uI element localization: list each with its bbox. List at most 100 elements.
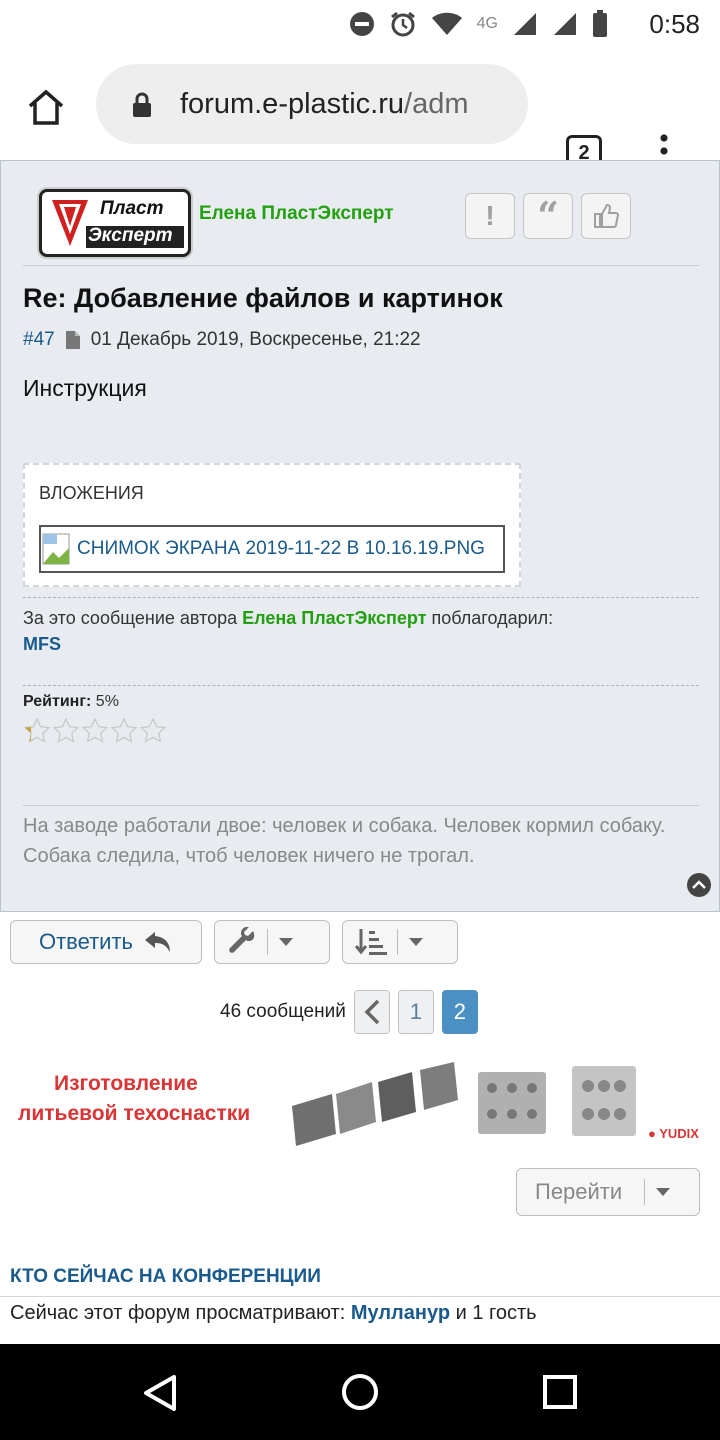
- reply-label: Ответить: [38, 929, 134, 954]
- thanks-author[interactable]: Елена ПластЭксперт: [242, 608, 426, 628]
- caret-down-icon: [656, 1188, 671, 1196]
- dnd-icon: [349, 12, 374, 36]
- page-2-button[interactable]: 2: [441, 990, 478, 1034]
- url-text: forum.e-plastic.ru/adm: [180, 86, 520, 122]
- post-buttons: ! “: [465, 193, 631, 239]
- banner-line-2: литьевой техоснастки: [18, 1102, 251, 1125]
- post-number-link[interactable]: #47: [23, 329, 55, 351]
- network-type: 4G: [476, 15, 498, 32]
- page-number: 1: [409, 999, 422, 1024]
- url-bar[interactable]: forum.e-plastic.ru/adm: [96, 64, 528, 144]
- avatar[interactable]: Пласт Эксперт: [39, 189, 191, 257]
- chevron-up-icon: [692, 880, 706, 889]
- like-button[interactable]: [581, 193, 631, 239]
- mold-image-icon: [292, 1062, 636, 1146]
- page-number: 2: [453, 999, 466, 1024]
- banner-brand-text: YUDIX: [659, 1126, 699, 1141]
- ad-banner[interactable]: Изготовление литьевой техоснастки ● YUDI…: [14, 1062, 704, 1148]
- star-icon: [23, 717, 51, 743]
- post-signature: На заводе работали двое: человек и собак…: [23, 815, 666, 867]
- sort-icon: [355, 929, 387, 955]
- dropdown-separator: [267, 929, 268, 955]
- exclamation-icon: !: [485, 200, 495, 231]
- report-button[interactable]: !: [465, 193, 515, 239]
- thumbs-up-icon: [594, 203, 619, 228]
- online-suffix: и 1 гость: [455, 1302, 537, 1324]
- battery-icon: [593, 10, 607, 37]
- wifi-icon: [431, 12, 462, 35]
- chevron-left-icon: [364, 999, 380, 1025]
- rating-divider: [23, 685, 699, 686]
- post-meta: #47 01 Декабрь 2019, Воскресенье, 21:22: [23, 329, 421, 351]
- alarm-icon: [390, 11, 415, 37]
- thanks-prefix: За это сообщение автора: [23, 608, 238, 628]
- star-icon: [81, 717, 109, 743]
- url-host: forum.e-plastic.ru: [180, 88, 405, 120]
- star-icon: [110, 717, 138, 743]
- quote-icon: “: [537, 193, 559, 238]
- sort-dropdown[interactable]: [342, 920, 458, 964]
- wrench-icon: [229, 927, 255, 953]
- back-icon[interactable]: [142, 1374, 178, 1412]
- dropdown-separator: [644, 1179, 646, 1205]
- avatar-text-2: Эксперт: [88, 225, 173, 246]
- broken-image-icon: [42, 533, 70, 565]
- page-1-button[interactable]: 1: [397, 990, 434, 1034]
- attachment-filename: СНИМОК ЭКРАНА 2019-11-22 В 10.16.19.PNG: [77, 538, 485, 559]
- post-count: 46 сообщений: [220, 1001, 346, 1022]
- online-prefix: Сейчас этот форум просматривают:: [10, 1302, 346, 1324]
- header-divider: [23, 265, 699, 266]
- pagination: 46 сообщений 1 2: [220, 990, 478, 1034]
- online-divider: [0, 1296, 720, 1297]
- reply-button[interactable]: Ответить: [10, 920, 202, 964]
- post-body: Инструкция: [23, 375, 147, 401]
- reply-arrow-icon: [145, 932, 171, 952]
- goto-label: Перейти: [535, 1179, 623, 1204]
- rating-label: Рейтинг:: [23, 693, 92, 710]
- quote-button[interactable]: “: [523, 193, 573, 239]
- goto-dropdown[interactable]: Перейти: [516, 1168, 700, 1216]
- caret-down-icon: [279, 938, 293, 946]
- signature-divider: [23, 805, 699, 806]
- star-icon: [52, 717, 80, 743]
- signal-2-icon: [554, 13, 576, 35]
- home-circle-icon[interactable]: [340, 1372, 380, 1412]
- document-icon: [65, 331, 80, 349]
- banner-brand: ● YUDIX: [648, 1126, 699, 1141]
- clock: 0:58: [649, 9, 700, 39]
- prev-page-button[interactable]: [353, 990, 390, 1034]
- attachments-label: ВЛОЖЕНИЯ: [39, 483, 144, 503]
- system-nav-bar: [0, 1344, 720, 1440]
- avatar-text-1: Пласт: [100, 198, 164, 219]
- online-user[interactable]: Мулланур: [351, 1302, 450, 1324]
- thanks-block: За это сообщение автора Елена ПластЭкспе…: [23, 605, 553, 657]
- online-heading[interactable]: КТО СЕЙЧАС НА КОНФЕРЕНЦИИ: [10, 1266, 321, 1288]
- post-author[interactable]: Елена ПластЭксперт: [199, 203, 394, 225]
- action-bar: Ответить: [10, 920, 458, 964]
- back-to-top-button[interactable]: [687, 873, 711, 897]
- signal-icon: [514, 13, 536, 35]
- banner-line-1: Изготовление: [54, 1072, 198, 1095]
- thanks-divider: [23, 597, 699, 598]
- rating-stars[interactable]: [23, 717, 167, 745]
- forum-post: Пласт Эксперт Елена ПластЭксперт ! “ Re:…: [0, 160, 720, 912]
- status-icons: 4G: [349, 8, 608, 40]
- post-title[interactable]: Re: Добавление файлов и картинок: [23, 283, 503, 314]
- attachment-link[interactable]: СНИМОК ЭКРАНА 2019-11-22 В 10.16.19.PNG: [39, 525, 505, 573]
- thanks-user[interactable]: MFS: [23, 634, 61, 654]
- browser-toolbar: forum.e-plastic.ru/adm 2: [0, 48, 720, 171]
- rating-value: 5%: [95, 693, 119, 710]
- rating-block: Рейтинг: 5%: [23, 693, 119, 711]
- post-date: 01 Декабрь 2019, Воскресенье, 21:22: [90, 329, 421, 350]
- status-bar: 4G 0:58: [0, 0, 720, 48]
- thanks-suffix: поблагодарил:: [431, 608, 554, 628]
- recents-icon[interactable]: [542, 1374, 578, 1410]
- attachments-box: ВЛОЖЕНИЯ СНИМОК ЭКРАНА 2019-11-22 В 10.1…: [23, 463, 521, 587]
- star-icon: [139, 717, 167, 743]
- caret-down-icon: [409, 938, 423, 946]
- online-text: Сейчас этот форум просматривают: Муллану…: [10, 1302, 537, 1325]
- home-icon[interactable]: [26, 88, 66, 126]
- dropdown-separator: [397, 929, 398, 955]
- tools-dropdown[interactable]: [214, 920, 330, 964]
- lock-icon: [133, 92, 151, 117]
